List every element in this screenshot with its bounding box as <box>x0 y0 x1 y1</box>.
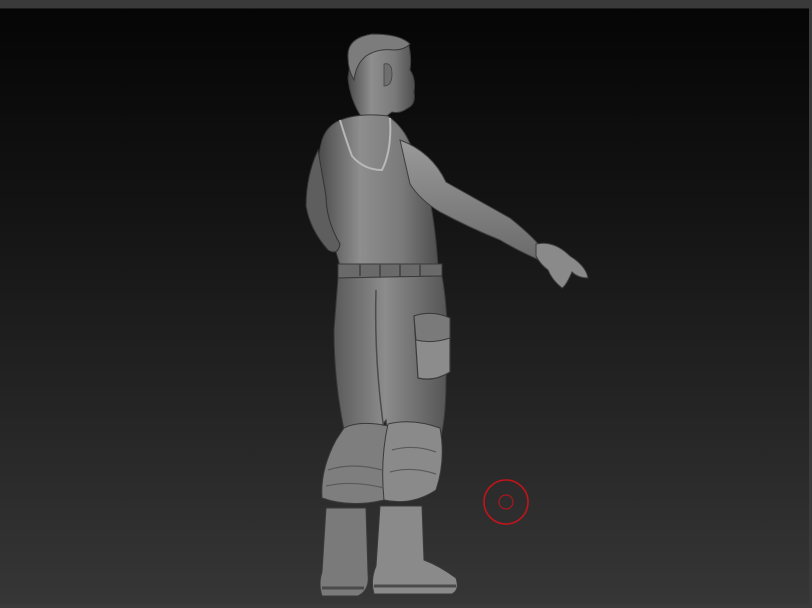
left-knee-fold <box>321 422 389 504</box>
bottom-edge-bar <box>0 604 812 608</box>
brush-cursor-icon <box>483 479 529 525</box>
right-knee-fold <box>382 421 443 503</box>
right-boot <box>371 505 458 595</box>
sculpt-app <box>0 0 812 608</box>
cargo-pocket-flap <box>413 312 451 343</box>
sculpt-figure[interactable] <box>305 33 589 597</box>
figure-hand <box>535 242 589 289</box>
left-boot <box>319 507 369 597</box>
3d-viewport[interactable] <box>0 9 809 604</box>
top-toolbar <box>0 0 812 9</box>
viewport-canvas[interactable] <box>0 9 809 604</box>
